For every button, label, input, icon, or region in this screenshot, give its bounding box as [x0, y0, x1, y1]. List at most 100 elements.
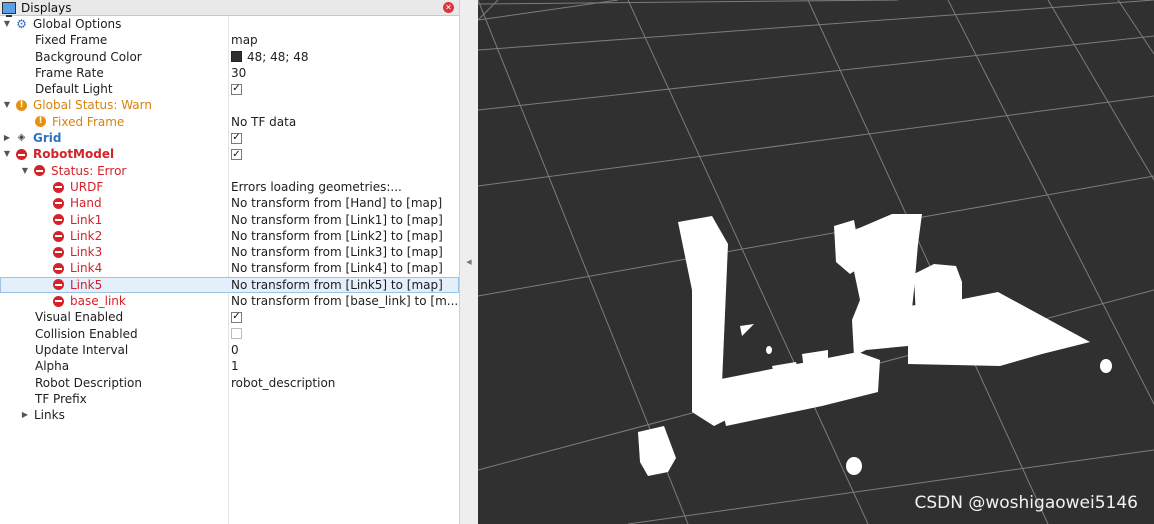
expand-arrow-icon[interactable]: ▼ — [2, 146, 12, 162]
error-item-value: No transform from [Link4] to [map] — [231, 261, 443, 276]
error-item-value: No transform from [Link2] to [map] — [231, 228, 443, 243]
grid-label: Grid — [33, 131, 62, 146]
tree-row-error-item[interactable]: base_link No transform from [base_link] … — [0, 293, 459, 309]
tree-row-error-item[interactable]: Link2 No transform from [Link2] to [map] — [0, 228, 459, 244]
tree-row-default-light[interactable]: Default Light ✓ — [0, 81, 459, 97]
collapse-left-icon[interactable]: ◀ — [466, 258, 471, 266]
displays-titlebar: Displays ✕ — [0, 0, 459, 17]
error-item-value: No transform from [Hand] to [map] — [231, 196, 443, 211]
error-item-value: No transform from [Link1] to [map] — [231, 212, 443, 227]
robot-model-checkbox[interactable]: ✓ — [231, 149, 242, 161]
fixed-frame-value[interactable]: map — [231, 32, 258, 48]
tree-row-error-item[interactable]: Link3 No transform from [Link3] to [map] — [0, 244, 459, 260]
global-options-label: Global Options — [33, 17, 122, 31]
background-color-label: Background Color — [35, 49, 142, 64]
tree-row-global-status[interactable]: ▼ ! Global Status: Warn — [0, 97, 459, 113]
error-icon — [53, 197, 64, 209]
3d-scene[interactable] — [478, 0, 1154, 524]
robot-description-label: Robot Description — [35, 375, 142, 390]
update-interval-value[interactable]: 0 — [231, 342, 239, 358]
tree-row-robot-model[interactable]: ▼ RobotModel ✓ — [0, 146, 459, 162]
visual-enabled-checkbox[interactable]: ✓ — [231, 311, 242, 323]
watermark-text: CSDN @woshigaowei5146 — [914, 493, 1139, 513]
tree-row-alpha[interactable]: Alpha 1 — [0, 358, 459, 374]
collision-enabled-checkbox[interactable] — [231, 328, 242, 340]
links-label: Links — [34, 408, 65, 423]
grid-checkbox[interactable]: ✓ — [231, 132, 242, 144]
error-icon — [53, 295, 64, 307]
error-item-label: Link2 — [70, 228, 103, 243]
robot-description-value[interactable]: robot_description — [231, 375, 335, 391]
error-icon — [34, 165, 45, 177]
close-icon[interactable]: ✕ — [443, 2, 454, 13]
3d-viewport[interactable]: CSDN @woshigaowei5146 — [478, 0, 1154, 524]
grid-lines — [478, 0, 1154, 524]
warning-icon: ! — [35, 116, 46, 128]
tree-row-background-color[interactable]: Background Color 48; 48; 48 — [0, 49, 459, 65]
tree-row-error-item[interactable]: Hand No transform from [Hand] to [map] — [0, 195, 459, 211]
robot-model-silhouette — [638, 214, 1112, 476]
warning-icon: ! — [16, 100, 27, 112]
tree-row-collision-enabled[interactable]: Collision Enabled — [0, 326, 459, 342]
tree-row-tf-prefix[interactable]: TF Prefix — [0, 391, 459, 407]
alpha-value[interactable]: 1 — [231, 358, 239, 374]
tree-row-frame-rate[interactable]: Frame Rate 30 — [0, 65, 459, 81]
grid-icon: ◈ — [17, 132, 26, 144]
tree-row-error-item[interactable]: Link4 No transform from [Link4] to [map] — [0, 260, 459, 276]
error-item-label: URDF — [70, 179, 104, 194]
default-light-label: Default Light — [35, 82, 113, 97]
error-item-value: No transform from [base_link] to [m... — [231, 294, 457, 309]
background-color-value[interactable]: 48; 48; 48 — [247, 49, 309, 65]
status-error-label: Status: Error — [51, 163, 127, 178]
default-light-checkbox[interactable]: ✓ — [231, 83, 242, 95]
tree-row-error-item[interactable]: URDF Errors loading geometries:... — [0, 179, 459, 195]
tree-row-update-interval[interactable]: Update Interval 0 — [0, 342, 459, 358]
frame-rate-label: Frame Rate — [35, 65, 104, 80]
alpha-label: Alpha — [35, 359, 70, 374]
error-icon — [53, 181, 64, 193]
error-item-value: No transform from [Link5] to [map] — [231, 277, 443, 292]
panel-splitter[interactable]: ◀ — [460, 0, 478, 524]
global-status-label: Global Status: Warn — [33, 98, 152, 113]
tree-row-error-item-selected[interactable]: Link5 No transform from [Link5] to [map] — [0, 276, 459, 294]
tree-row-global-options[interactable]: ▼ ⚙ Global Options — [0, 16, 459, 32]
tree-row-visual-enabled[interactable]: Visual Enabled ✓ — [0, 309, 459, 325]
error-icon — [53, 214, 64, 226]
status-fixed-frame-value: No TF data — [231, 114, 297, 129]
error-icon — [16, 149, 27, 161]
expand-arrow-icon[interactable]: ▼ — [20, 163, 30, 179]
robot-model-label: RobotModel — [33, 147, 115, 162]
collision-enabled-label: Collision Enabled — [35, 326, 138, 341]
error-item-label: Link4 — [70, 261, 103, 276]
collapse-arrow-icon[interactable]: ▶ — [20, 407, 30, 423]
error-item-value: No transform from [Link3] to [map] — [231, 245, 443, 260]
error-item-label: Hand — [70, 196, 102, 211]
collapse-arrow-icon[interactable]: ▶ — [2, 130, 12, 146]
frame-rate-value[interactable]: 30 — [231, 65, 246, 81]
expand-arrow-icon[interactable]: ▼ — [2, 16, 12, 32]
tree-row-status-error[interactable]: ▼ Status: Error — [0, 163, 459, 179]
tree-row-error-item[interactable]: Link1 No transform from [Link1] to [map] — [0, 212, 459, 228]
monitor-icon — [2, 1, 16, 17]
tree-row-links[interactable]: ▶ Links — [0, 407, 459, 423]
error-icon — [53, 263, 64, 275]
error-item-label: Link5 — [70, 277, 103, 292]
status-fixed-frame-label: Fixed Frame — [52, 114, 125, 129]
visual-enabled-label: Visual Enabled — [35, 310, 124, 325]
expand-arrow-icon[interactable]: ▼ — [2, 97, 12, 113]
update-interval-label: Update Interval — [35, 342, 129, 357]
tree-row-status-fixed-frame[interactable]: ! Fixed Frame No TF data — [0, 114, 459, 130]
panel-title: Displays — [21, 0, 72, 15]
tf-prefix-label: TF Prefix — [35, 391, 87, 406]
display-tree: ▼ ⚙ Global Options Fixed Frame map Backg… — [0, 16, 459, 423]
error-item-label: Link3 — [70, 245, 103, 260]
tree-row-fixed-frame[interactable]: Fixed Frame map — [0, 32, 459, 48]
color-swatch[interactable] — [231, 51, 242, 63]
error-icon — [53, 246, 64, 258]
displays-panel: Displays ✕ ▼ ⚙ Global Options Fixed Fram… — [0, 0, 460, 524]
error-item-label: Link1 — [70, 212, 103, 227]
tree-row-robot-description[interactable]: Robot Description robot_description — [0, 375, 459, 391]
gear-icon: ⚙ — [16, 17, 27, 31]
tree-row-grid[interactable]: ▶ ◈ Grid ✓ — [0, 130, 459, 146]
error-item-value: Errors loading geometries:... — [231, 179, 402, 194]
